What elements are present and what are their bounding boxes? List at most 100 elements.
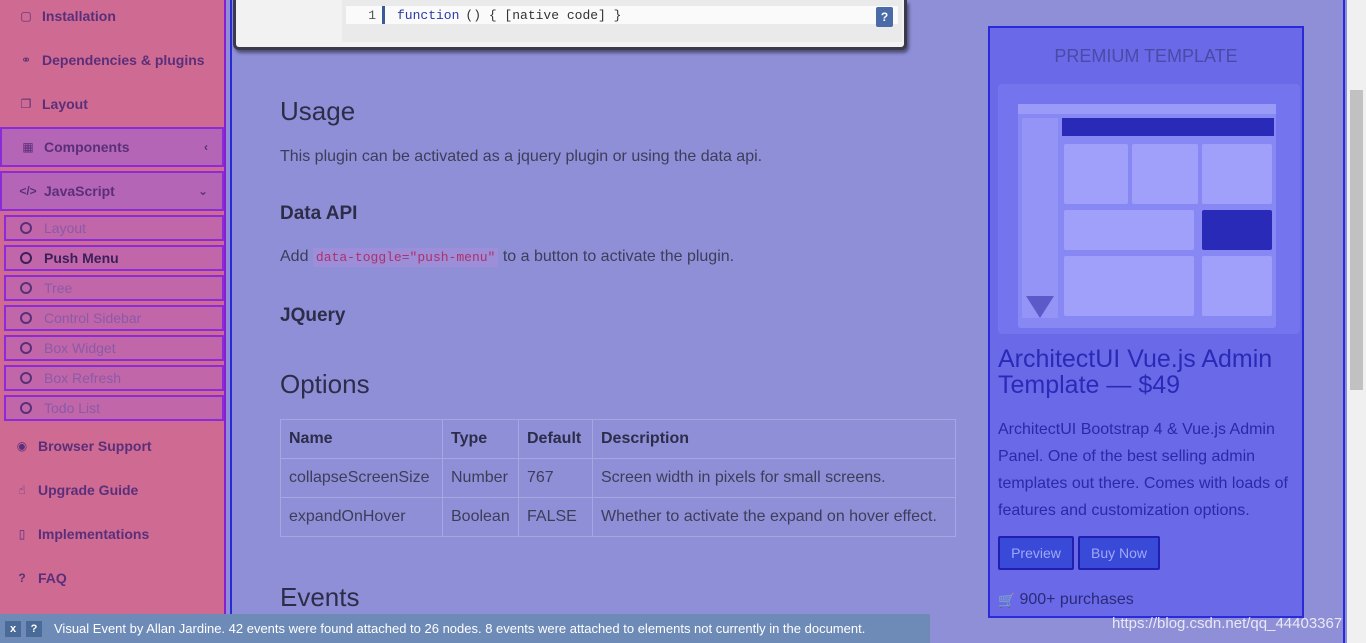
code-help-button[interactable]: ?	[876, 7, 893, 27]
bookmark-icon: ▯	[18, 527, 26, 541]
screenshot-banner	[1062, 118, 1274, 136]
close-button[interactable]: x	[5, 620, 21, 637]
options-table: Name Type Default Description collapseSc…	[280, 419, 956, 537]
sidebar-item-browser-support[interactable]: ◉ Browser Support	[0, 434, 224, 458]
circle-icon	[20, 402, 32, 414]
cart-icon: 🛒	[998, 591, 1016, 608]
preview-button[interactable]: Preview	[998, 536, 1074, 570]
vue-logo-icon	[1026, 296, 1054, 318]
data-api-suffix: to a button to activate the plugin.	[502, 248, 735, 265]
scrollbar-thumb[interactable]	[1350, 90, 1363, 390]
table-cell: Screen width in pixels for small screens…	[592, 458, 956, 498]
sidebar-item-installation[interactable]: ▢ Installation	[0, 4, 224, 28]
sidebar-item-label: JavaScript	[44, 183, 115, 199]
sidebar-sub-label: Push Menu	[44, 250, 119, 266]
chevron-down-icon: ⌄	[197, 184, 208, 198]
watermark-text: https://blog.csdn.net/qq_44403367	[1112, 615, 1343, 632]
sidebar-item-label: Installation	[42, 8, 116, 24]
sidebar-sub-label: Tree	[44, 280, 73, 296]
help-button[interactable]: ?	[26, 620, 42, 637]
sidebar-item-dependencies[interactable]: ⚭ Dependencies & plugins	[0, 48, 224, 72]
ad-title[interactable]: ArchitectUI Vue.js Admin Template — $49	[998, 346, 1298, 398]
sidebar-item-javascript[interactable]: </> JavaScript ⌄	[0, 171, 224, 211]
code-text: () { [native code] }	[465, 7, 622, 23]
ad-description: ArchitectUI Bootstrap 4 & Vue.js Admin P…	[998, 421, 1288, 519]
sidebar-item-label: Browser Support	[38, 438, 152, 454]
template-preview-image[interactable]	[998, 84, 1300, 334]
copy-icon: ❐	[20, 97, 32, 111]
code-popup: 1 function () { [native code] }	[233, 0, 907, 50]
chevron-left-icon: ‹	[204, 140, 208, 154]
sidebar-sub-box-widget[interactable]: Box Widget	[4, 335, 224, 361]
table-header: Description	[592, 419, 956, 459]
sidebar-sub-layout[interactable]: Layout	[4, 215, 224, 241]
screenshot-card	[1202, 256, 1272, 316]
usage-text: This plugin can be activated as a jquery…	[280, 148, 763, 165]
sidebar-item-label: Implementations	[38, 526, 150, 542]
code-editor[interactable]: 1 function () { [native code] }	[342, 0, 902, 42]
dashboard-screenshot	[1018, 104, 1276, 328]
table-row: collapseScreenSize Number 767 Screen wid…	[280, 458, 956, 498]
circle-icon	[20, 252, 32, 264]
sidebar-sub-box-refresh[interactable]: Box Refresh	[4, 365, 224, 391]
usage-heading: Usage	[280, 96, 356, 126]
sidebar-sub-label: Layout	[44, 220, 87, 236]
premium-template-ad: PREMIUM TEMPLATE ArchitectUI Vue.js Admi…	[988, 26, 1304, 618]
circle-icon	[20, 312, 32, 324]
sidebar-sub-label: Box Widget	[44, 340, 116, 356]
sidebar-sub-label: Box Refresh	[44, 370, 122, 386]
handshake-icon: ⚭	[20, 53, 32, 67]
sidebar-item-faq[interactable]: ? FAQ	[0, 566, 224, 590]
table-cell: 767	[518, 458, 593, 498]
sidebar-sub-todo-list[interactable]: Todo List	[4, 395, 224, 421]
sidebar-item-implementations[interactable]: ▯ Implementations	[0, 522, 224, 546]
events-heading: Events	[280, 582, 360, 612]
screenshot-card	[1064, 210, 1194, 250]
purchases-text: 900+ purchases	[1019, 591, 1134, 608]
data-api-heading: Data API	[280, 203, 358, 224]
data-api-prefix: Add	[280, 248, 309, 265]
sidebar-sub-control-sidebar[interactable]: Control Sidebar	[4, 305, 224, 331]
table-header: Default	[518, 419, 593, 459]
table-header: Type	[442, 419, 519, 459]
question-circle-icon: ?	[18, 571, 26, 585]
sidebar-item-label: FAQ	[38, 570, 67, 586]
database-icon: ▢	[20, 9, 32, 23]
jquery-heading: JQuery	[280, 305, 346, 326]
sidebar-sub-push-menu[interactable]: Push Menu	[4, 245, 224, 271]
sidebar-item-label: Upgrade Guide	[38, 482, 139, 498]
visual-event-bar: x ? Visual Event by Allan Jardine. 42 ev…	[0, 614, 930, 643]
sidebar-item-label: Components	[44, 139, 130, 155]
sidebar-sub-tree[interactable]: Tree	[4, 275, 224, 301]
table-cell: collapseScreenSize	[280, 458, 443, 498]
table-cell: Boolean	[442, 497, 519, 537]
table-row: expandOnHover Boolean FALSE Whether to a…	[280, 497, 956, 537]
table-header: Name	[280, 419, 443, 459]
sidebar-item-layout[interactable]: ❐ Layout	[0, 92, 224, 116]
code-keyword: function	[397, 7, 460, 23]
screenshot-sidebar	[1022, 118, 1058, 318]
chrome-icon: ◉	[16, 439, 28, 453]
screenshot-card	[1202, 144, 1272, 204]
line-number: 1	[368, 7, 376, 23]
circle-icon	[20, 372, 32, 384]
screenshot-card	[1132, 144, 1198, 204]
screenshot-card	[1064, 144, 1128, 204]
screenshot-card	[1202, 210, 1272, 250]
page-scrollbar[interactable]	[1347, 0, 1366, 643]
sidebar-item-components[interactable]: ▦ Components ‹	[0, 127, 224, 167]
code-line: 1 function () { [native code] }	[346, 6, 898, 24]
ad-header: PREMIUM TEMPLATE	[1054, 45, 1238, 66]
sidebar-item-upgrade-guide[interactable]: ☝ Upgrade Guide	[0, 478, 224, 502]
data-api-text: Add data-toggle="push-menu" to a button …	[280, 248, 735, 267]
circle-icon	[20, 342, 32, 354]
circle-icon	[20, 222, 32, 234]
screenshot-topbar	[1018, 104, 1276, 114]
table-cell: expandOnHover	[280, 497, 443, 537]
screenshot-card	[1064, 256, 1194, 316]
sidebar-sub-label: Todo List	[44, 400, 101, 416]
buy-now-button[interactable]: Buy Now	[1078, 536, 1160, 570]
table-header-row: Name Type Default Description	[280, 419, 956, 459]
table-cell: FALSE	[518, 497, 593, 537]
table-cell: Number	[442, 458, 519, 498]
